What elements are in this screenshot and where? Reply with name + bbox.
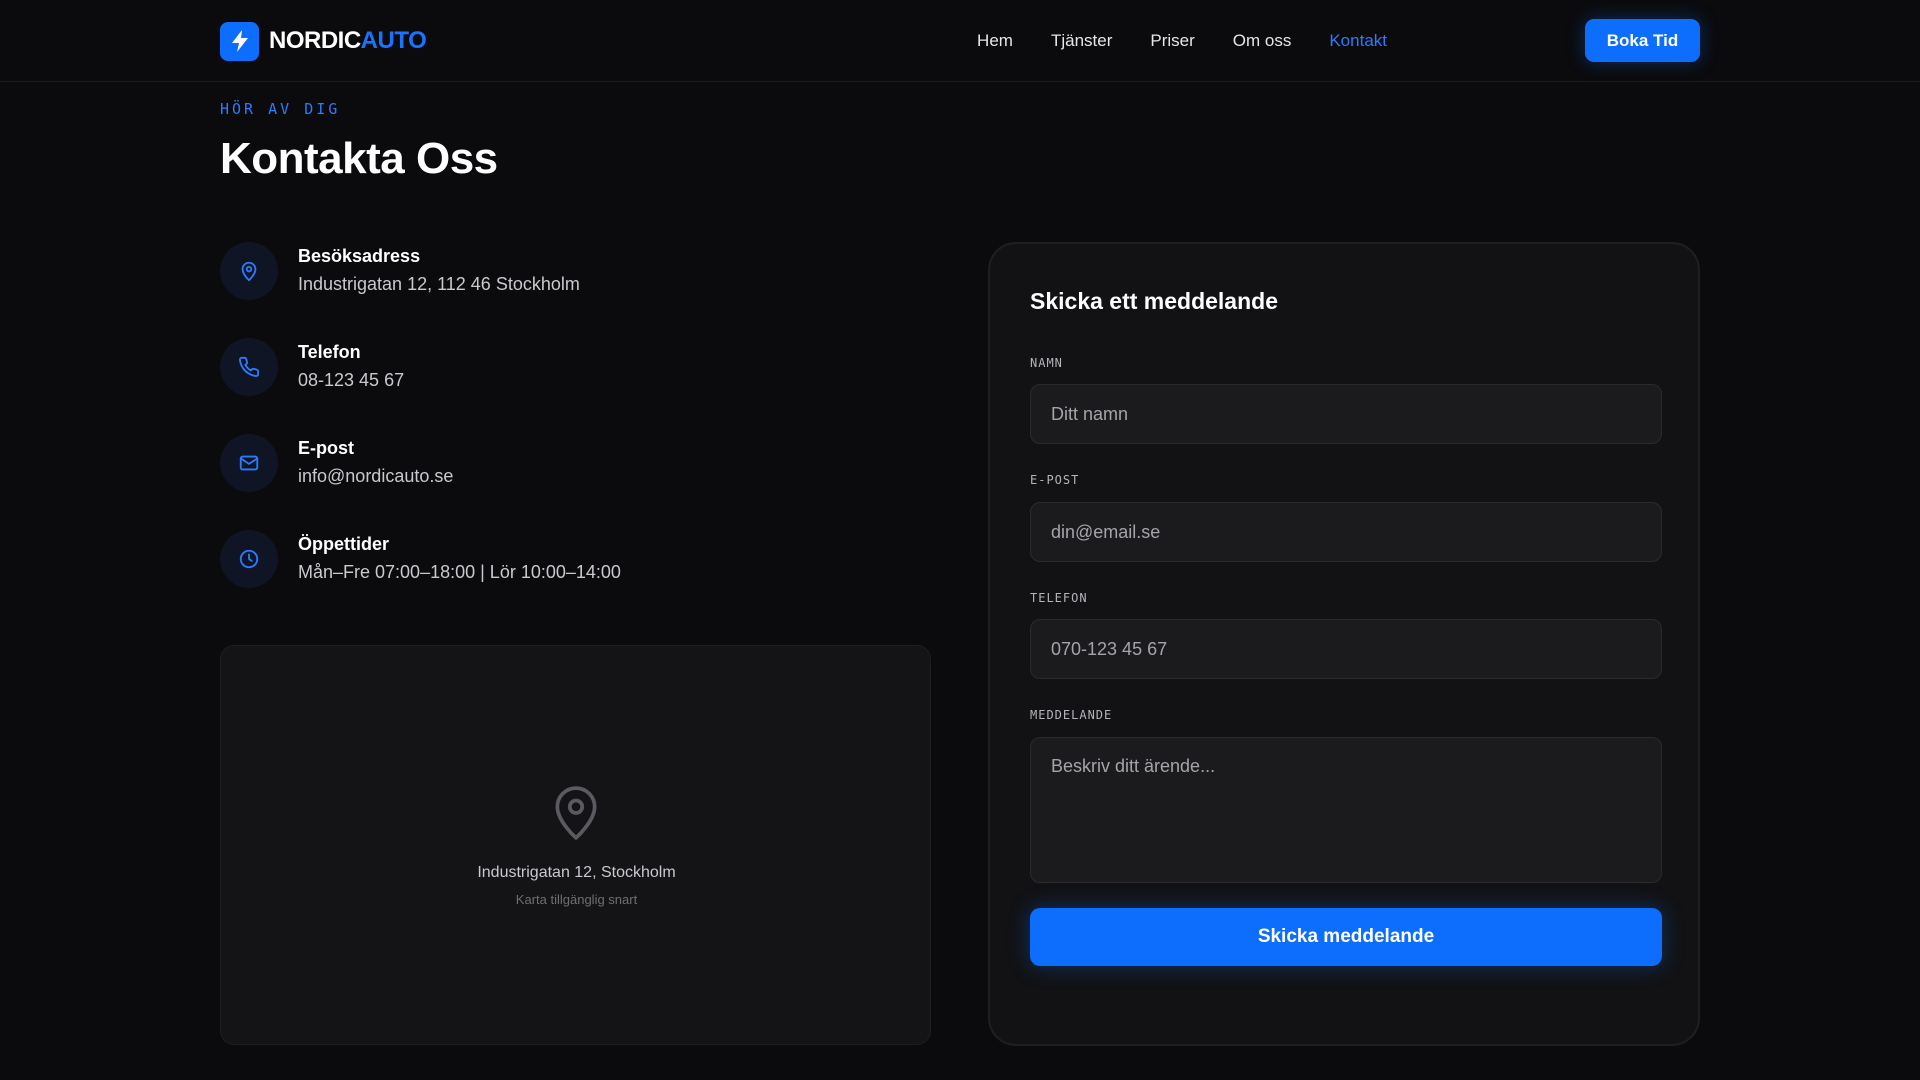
info-hours-label: Öppettider xyxy=(298,534,390,554)
logo[interactable]: NORDICAUTO xyxy=(220,21,427,61)
name-label: NAMN xyxy=(1030,356,1063,370)
main-nav: Hem Tjänster Priser Om oss Kontakt xyxy=(939,0,1387,82)
site-header: NORDICAUTO Hem Tjänster Priser Om oss Ko… xyxy=(0,0,1920,82)
contact-form: Skicka ett meddelande NAMN E-POST TELEFO… xyxy=(988,242,1700,1046)
map-pin-icon xyxy=(220,242,278,300)
form-title: Skicka ett meddelande xyxy=(1030,288,1278,314)
email-label: E-POST xyxy=(1030,473,1080,487)
info-email-label: E-post xyxy=(298,438,354,458)
map-address: Industrigatan 12, Stockholm xyxy=(477,864,676,881)
phone-label: TELEFON xyxy=(1030,591,1088,605)
logo-text-part2: AUTO xyxy=(360,27,427,54)
map-note: Karta tillgänglig snart xyxy=(515,892,638,907)
map-placeholder: Industrigatan 12, Stockholm Karta tillgä… xyxy=(220,645,931,1045)
nav-kontakt[interactable]: Kontakt xyxy=(1329,31,1387,51)
book-appointment-button[interactable]: Boka Tid xyxy=(1585,19,1700,62)
message-textarea[interactable] xyxy=(1030,737,1662,883)
info-address-label: Besöksadress xyxy=(298,246,421,266)
mail-icon xyxy=(220,434,278,492)
logo-text: NORDICAUTO xyxy=(269,27,427,55)
phone-icon xyxy=(220,338,278,396)
message-label: MEDDELANDE xyxy=(1030,708,1113,722)
info-hours-value: Mån–Fre 07:00–18:00 | Lör 10:00–14:00 xyxy=(298,562,621,582)
info-phone-value[interactable]: 08-123 45 67 xyxy=(298,370,404,391)
eyebrow-text: HÖR AV DIG xyxy=(220,100,341,118)
page-title: Kontakta Oss xyxy=(220,134,498,183)
nav-tjanster[interactable]: Tjänster xyxy=(1051,31,1112,51)
clock-icon xyxy=(220,530,278,588)
nav-om-oss[interactable]: Om oss xyxy=(1233,31,1292,51)
page: NORDICAUTO Hem Tjänster Priser Om oss Ko… xyxy=(0,0,1920,1080)
nav-hem[interactable]: Hem xyxy=(977,31,1013,51)
lightning-bolt-icon xyxy=(220,21,259,61)
phone-input[interactable] xyxy=(1030,619,1662,679)
send-message-button[interactable]: Skicka meddelande xyxy=(1030,908,1662,966)
info-email-value[interactable]: info@nordicauto.se xyxy=(298,466,453,487)
nav-priser[interactable]: Priser xyxy=(1150,31,1194,51)
info-email: E-post info@nordicauto.se xyxy=(220,434,920,496)
info-address-value: Industrigatan 12, 112 46 Stockholm xyxy=(298,274,580,294)
info-phone-label: Telefon xyxy=(298,342,361,362)
info-hours: Öppettider Mån–Fre 07:00–18:00 | Lör 10:… xyxy=(220,530,920,592)
map-pin-icon xyxy=(551,786,601,847)
name-input[interactable] xyxy=(1030,384,1662,444)
email-input[interactable] xyxy=(1030,502,1662,562)
info-phone: Telefon 08-123 45 67 xyxy=(220,338,920,400)
logo-text-part1: NORDIC xyxy=(269,27,361,54)
info-address: Besöksadress Industrigatan 12, 112 46 St… xyxy=(220,242,920,304)
